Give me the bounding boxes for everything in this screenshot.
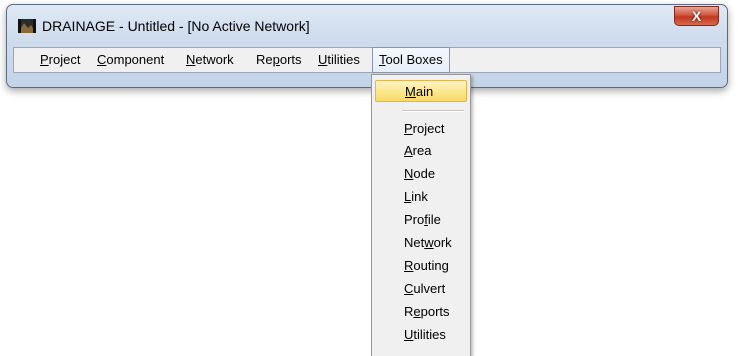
menu-separator <box>402 110 464 112</box>
dropdown-item-main[interactable]: Main <box>375 80 467 102</box>
close-button[interactable]: X <box>674 6 719 26</box>
window-title: DRAINAGE - Untitled - [No Active Network… <box>42 18 310 34</box>
app-window: DRAINAGE - Untitled - [No Active Network… <box>6 4 728 88</box>
menu-network[interactable]: Network <box>186 48 234 72</box>
menu-component[interactable]: Component <box>97 48 164 72</box>
dropdown-item-network[interactable]: Network <box>372 232 470 254</box>
drainage-app-icon <box>18 19 36 33</box>
menu-bar: Project Component Network Reports Utilit… <box>13 47 721 73</box>
tool-boxes-dropdown: Main Project Area Node Link Profile Netw… <box>371 74 471 356</box>
dropdown-item-routing[interactable]: Routing <box>372 255 470 277</box>
dropdown-item-area[interactable]: Area <box>372 140 470 162</box>
dropdown-item-reports[interactable]: Reports <box>372 301 470 323</box>
dropdown-item-project[interactable]: Project <box>372 118 470 140</box>
menu-project[interactable]: Project <box>40 48 80 72</box>
dropdown-item-link[interactable]: Link <box>372 186 470 208</box>
dropdown-item-utilities[interactable]: Utilities <box>372 324 470 346</box>
dropdown-item-node[interactable]: Node <box>372 163 470 185</box>
menu-reports[interactable]: Reports <box>256 48 302 72</box>
dropdown-item-culvert[interactable]: Culvert <box>372 278 470 300</box>
close-icon: X <box>691 8 702 24</box>
menu-utilities[interactable]: Utilities <box>318 48 360 72</box>
menu-tool-boxes[interactable]: Tool Boxes <box>372 47 450 73</box>
dropdown-item-profile[interactable]: Profile <box>372 209 470 231</box>
